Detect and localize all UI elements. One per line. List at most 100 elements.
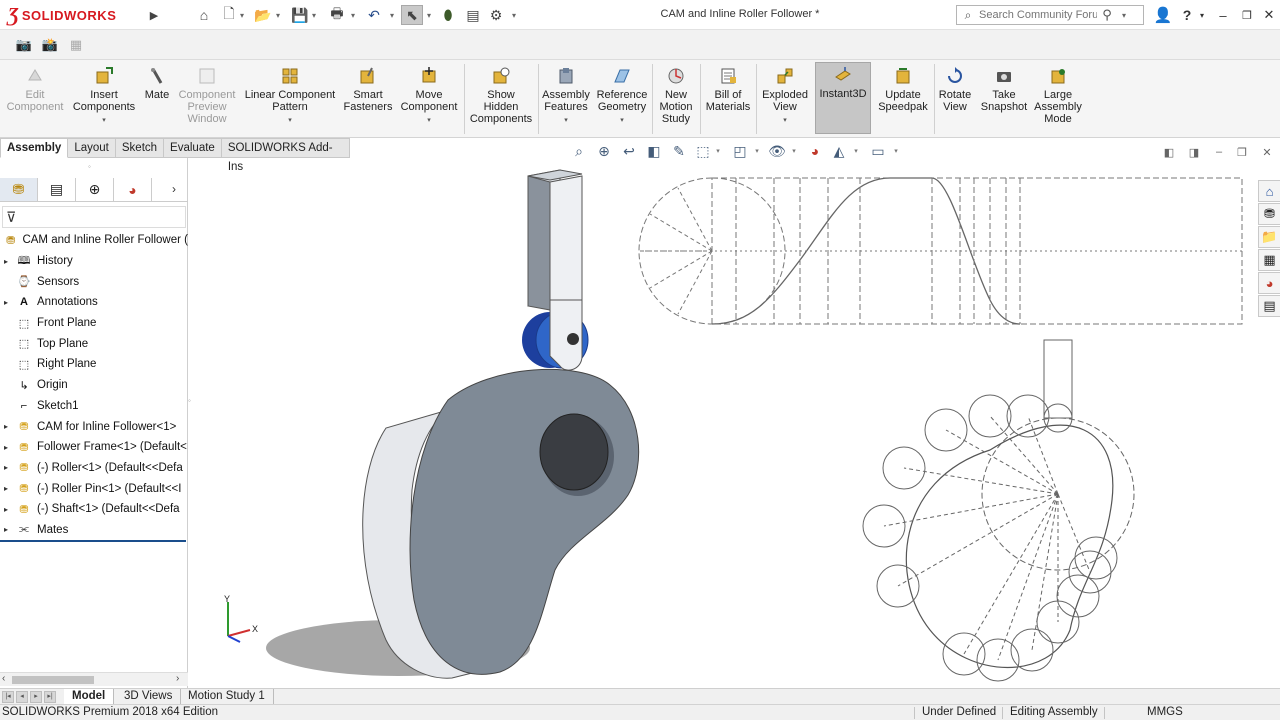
filter-icon[interactable]: ⊽ xyxy=(6,209,16,226)
select-dropdown-icon[interactable]: ▾ xyxy=(425,5,433,25)
tree-item-front-plane[interactable]: ⬚ Front Plane xyxy=(0,313,188,334)
zoom-to-fit-icon[interactable]: ⌕ xyxy=(568,142,590,160)
configuration-manager-icon[interactable]: ⊕ xyxy=(76,178,114,201)
search-scope-icon[interactable]: ⌕ xyxy=(957,8,979,23)
status-unit-system[interactable]: MMGS xyxy=(1147,705,1183,720)
help-icon[interactable]: ? xyxy=(1176,5,1198,25)
restore-icon[interactable]: ❐ xyxy=(1236,5,1258,25)
large-assembly-mode-button[interactable]: Large Assembly Mode xyxy=(1034,64,1082,134)
insert-components-dropdown-icon[interactable]: ▾ xyxy=(70,115,138,127)
file-explorer-icon[interactable]: 📁 xyxy=(1258,226,1280,248)
expand-icon[interactable]: ▸ xyxy=(4,484,14,493)
linear-component-pattern-button[interactable]: Linear Component Pattern ▾ xyxy=(242,64,338,134)
tab-sketch[interactable]: Sketch xyxy=(115,138,165,158)
new-motion-study-button[interactable]: New Motion Study xyxy=(654,64,698,134)
show-hidden-components-button[interactable]: Show Hidden Components xyxy=(468,64,534,134)
bill-of-materials-button[interactable]: Bill of Materials xyxy=(702,64,754,134)
tab-model[interactable]: Model xyxy=(64,689,115,705)
undo-dropdown-icon[interactable]: ▾ xyxy=(388,5,396,25)
viewport-next-icon[interactable]: ◨ xyxy=(1185,144,1203,160)
view-settings-icon[interactable]: ▭ xyxy=(867,142,889,160)
tree-item-origin[interactable]: ↳ Origin xyxy=(0,375,188,396)
file-properties-icon[interactable]: ▤ xyxy=(463,5,483,25)
save-icon[interactable]: 💾 xyxy=(290,5,310,25)
zoom-to-area-icon[interactable]: ⊕ xyxy=(593,142,615,160)
tabs-scroll-right-icon[interactable]: › xyxy=(172,182,176,196)
view-palette-icon[interactable]: ▦ xyxy=(1258,249,1280,271)
display-style-dropdown-icon[interactable]: ▾ xyxy=(753,142,761,160)
last-tab-icon[interactable]: ▸| xyxy=(44,691,56,703)
hide-show-dropdown-icon[interactable]: ▾ xyxy=(790,142,798,160)
instant3d-button[interactable]: Instant3D xyxy=(815,62,871,134)
tree-item-follower-frame[interactable]: ▸ ⛃ Follower Frame<1> (Default< xyxy=(0,437,188,458)
tree-item-roller-pin[interactable]: ▸ ⛃ (-) Roller Pin<1> (Default<<I xyxy=(0,478,188,499)
assembly-features-button[interactable]: Assembly Features ▾ xyxy=(540,64,592,134)
tab-solidworks-add-ins[interactable]: SOLIDWORKS Add-Ins xyxy=(221,138,350,173)
open-dropdown-icon[interactable]: ▾ xyxy=(274,5,282,25)
tab-assembly[interactable]: Assembly xyxy=(0,138,69,158)
tab-motion-study-1[interactable]: Motion Study 1 xyxy=(180,689,274,705)
user-icon[interactable]: 👤 xyxy=(1152,5,1174,25)
snapshot-edit-icon[interactable]: 📸 xyxy=(40,36,60,54)
next-tab-icon[interactable]: ▸ xyxy=(30,691,42,703)
expand-icon[interactable]: ▸ xyxy=(4,257,14,266)
expand-icon[interactable]: ▸ xyxy=(4,525,14,534)
viewport-restore-icon[interactable]: ❐ xyxy=(1233,144,1251,160)
print-dropdown-icon[interactable]: ▾ xyxy=(349,5,357,25)
design-library-icon[interactable]: ⛃ xyxy=(1258,203,1280,225)
reference-geometry-button[interactable]: Reference Geometry ▾ xyxy=(594,64,650,134)
snapshot-compare-icon[interactable]: ▦ xyxy=(66,36,86,54)
apply-scene-icon[interactable]: ◭ xyxy=(828,142,850,160)
dynamic-annotation-icon[interactable]: ✎ xyxy=(668,142,690,160)
search-dropdown-icon[interactable]: ▾ xyxy=(1117,11,1131,20)
tree-root[interactable]: ⛃ CAM and Inline Roller Follower ( xyxy=(0,230,188,251)
scroll-left-icon[interactable]: ‹ xyxy=(2,673,5,684)
custom-properties-icon[interactable]: ▤ xyxy=(1258,295,1280,317)
view-orientation-icon[interactable]: ⬚ xyxy=(692,142,714,160)
search-input[interactable] xyxy=(979,9,1097,21)
print-icon[interactable]: 🖶 xyxy=(327,5,347,25)
viewport-close-icon[interactable]: ✕ xyxy=(1258,144,1276,160)
options-dropdown-icon[interactable]: ▾ xyxy=(510,5,518,25)
expand-icon[interactable]: ▸ xyxy=(4,505,14,514)
scrollbar-thumb[interactable] xyxy=(12,676,94,684)
display-style-icon[interactable]: ◰ xyxy=(729,142,751,160)
first-tab-icon[interactable]: |◂ xyxy=(2,691,14,703)
expand-icon[interactable]: ▸ xyxy=(4,463,14,472)
section-view-icon[interactable]: ◧ xyxy=(643,142,665,160)
expand-icon[interactable]: ▸ xyxy=(4,422,14,431)
linear-pattern-dropdown-icon[interactable]: ▾ xyxy=(242,115,338,127)
move-component-dropdown-icon[interactable]: ▾ xyxy=(398,115,460,127)
insert-components-button[interactable]: Insert Components ▾ xyxy=(70,64,138,134)
open-icon[interactable]: 📂 xyxy=(253,5,273,25)
save-dropdown-icon[interactable]: ▾ xyxy=(310,5,318,25)
tree-item-annotations[interactable]: ▸ A Annotations xyxy=(0,292,188,313)
new-document-icon[interactable]: 🗋 xyxy=(220,5,238,25)
previous-view-icon[interactable]: ↩ xyxy=(618,142,640,160)
tree-item-sketch1[interactable]: ⌐ Sketch1 xyxy=(0,396,188,417)
view-orientation-dropdown-icon[interactable]: ▾ xyxy=(714,142,722,160)
exploded-view-button[interactable]: Exploded View ▾ xyxy=(758,64,812,134)
scroll-right-icon[interactable]: › xyxy=(176,673,179,684)
home-icon[interactable]: ⌂ xyxy=(194,5,214,25)
search-box[interactable]: ⌕ ⚲ ▾ xyxy=(956,5,1144,25)
tree-item-cam[interactable]: ▸ ⛃ CAM for Inline Follower<1> xyxy=(0,416,188,437)
hide-show-items-icon[interactable]: 👁 xyxy=(766,142,788,160)
smart-fasteners-button[interactable]: Smart Fasteners xyxy=(342,64,394,134)
component-preview-window-button[interactable]: Component Preview Window xyxy=(176,64,238,134)
take-snapshot-button[interactable]: Take Snapshot xyxy=(978,64,1030,134)
tree-filter[interactable]: ⊽ xyxy=(2,206,186,228)
expand-icon[interactable]: ▸ xyxy=(4,443,14,452)
select-icon[interactable]: ⬉ xyxy=(401,5,423,25)
solidworks-resources-icon[interactable]: ⌂ xyxy=(1258,180,1280,202)
display-manager-icon[interactable]: ◕ xyxy=(114,178,152,201)
new-dropdown-icon[interactable]: ▾ xyxy=(238,5,246,25)
viewport-minimize-icon[interactable]: – xyxy=(1210,144,1228,160)
tab-evaluate[interactable]: Evaluate xyxy=(164,138,222,158)
tree-item-roller[interactable]: ▸ ⛃ (-) Roller<1> (Default<<Defa xyxy=(0,458,188,479)
appearances-icon[interactable]: ◕ xyxy=(1258,272,1280,294)
rotate-view-button[interactable]: Rotate View xyxy=(936,64,974,134)
tab-layout[interactable]: Layout xyxy=(68,138,116,158)
panel-grip-icon[interactable]: ◦ xyxy=(88,162,91,171)
tree-item-history[interactable]: ▸ 🕮 History xyxy=(0,251,188,272)
